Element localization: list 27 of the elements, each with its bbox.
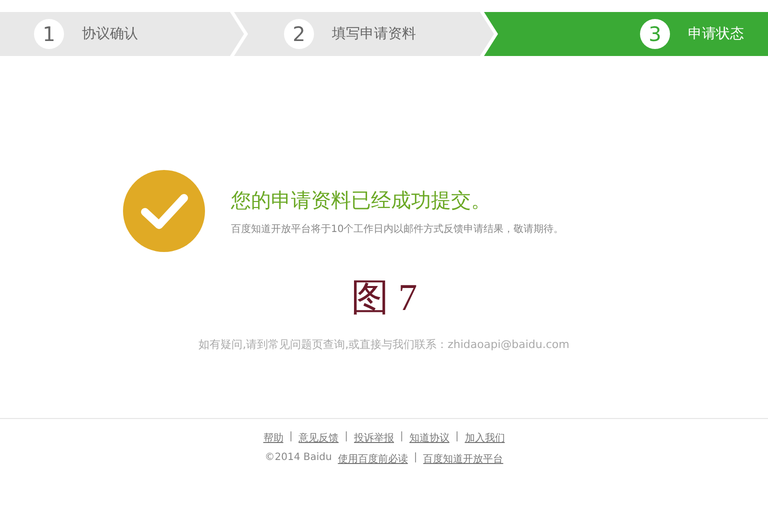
figure-caption: 图 7 (350, 276, 418, 321)
step-tab[interactable]: 2 填写申请资料 (234, 12, 494, 56)
footer-link[interactable]: 百度知道开放平台 (423, 452, 504, 466)
separator: | (414, 452, 418, 465)
step-number: 1 (34, 19, 64, 49)
separator: | (455, 431, 459, 444)
success-message: 百度知道开放平台将于10个工作日内以邮件方式反馈申请结果，敬请期待。 (231, 222, 564, 236)
separator: | (344, 431, 348, 444)
copyright-text: ©2014 Baidu (264, 452, 332, 465)
step-label: 填写申请资料 (332, 25, 416, 43)
footer-link[interactable]: 知道协议 (409, 431, 450, 445)
separator: | (289, 431, 293, 444)
footer-link[interactable]: 使用百度前必读 (338, 452, 408, 466)
step-label: 申请状态 (688, 25, 744, 43)
separator: | (400, 431, 404, 444)
footer-link[interactable]: 帮助 (263, 431, 284, 445)
step-tab[interactable]: 1 协议确认 (0, 12, 244, 56)
contact-text: 如有疑问,请到常见问题页查询,或直接与我们联系：zhidaoapi@baidu.com (198, 337, 570, 352)
step-number: 3 (640, 19, 670, 49)
footer-link[interactable]: 投诉举报 (354, 431, 394, 445)
step-tab[interactable]: 3 申请状态 (484, 12, 768, 56)
checkmark-icon (123, 170, 205, 252)
step-label: 协议确认 (82, 25, 138, 43)
step-number: 2 (284, 19, 314, 49)
success-title: 您的申请资料已经成功提交。 (231, 186, 492, 214)
footer-link[interactable]: 意见反馈 (298, 431, 339, 445)
footer-link[interactable]: 加入我们 (464, 431, 505, 445)
